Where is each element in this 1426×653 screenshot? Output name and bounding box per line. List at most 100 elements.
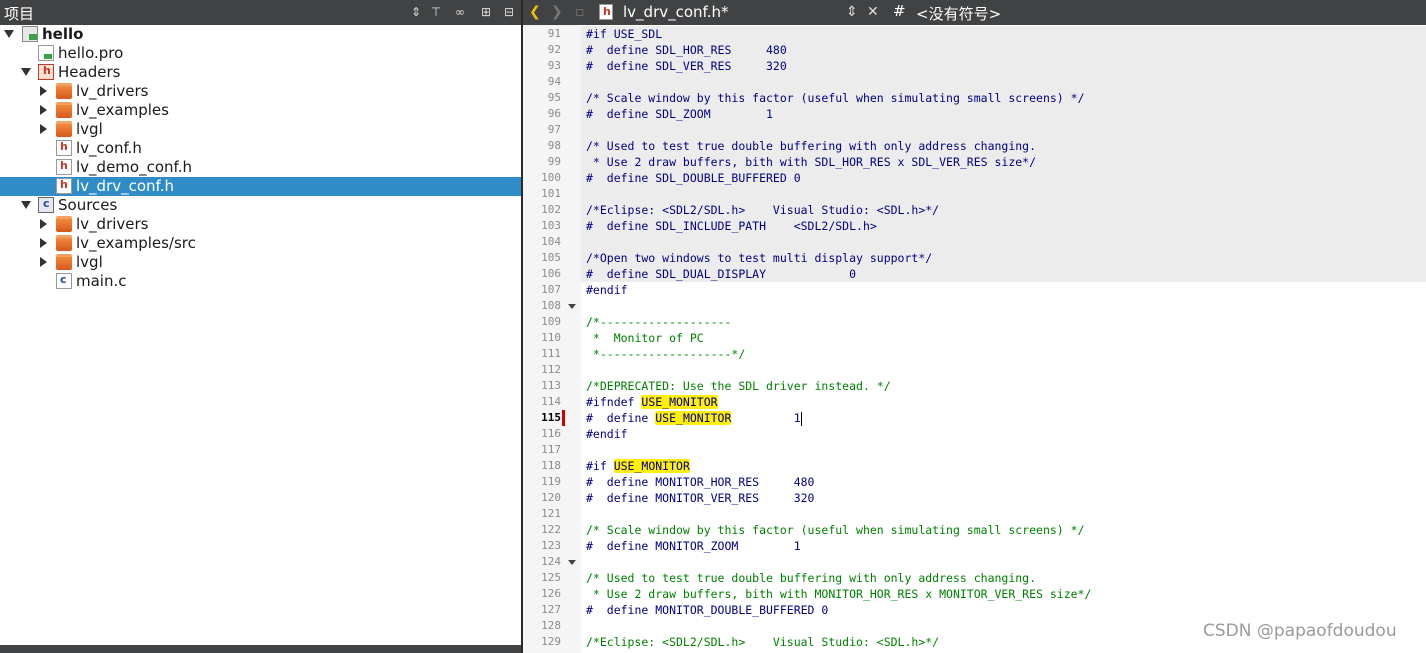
inactive-block-shade <box>581 186 1426 202</box>
code-line: /* Used to test true double buffering wi… <box>586 139 1037 153</box>
line-number: 103 <box>541 219 561 232</box>
line-number: 126 <box>541 587 561 600</box>
code-line: #if USE_MONITOR <box>586 459 690 473</box>
line-number: 112 <box>541 363 561 376</box>
line-number: 92 <box>547 43 561 56</box>
forward-arrow-icon[interactable]: ❯ <box>551 4 563 20</box>
code-line: # define SDL_DOUBLE_BUFFERED 0 <box>586 171 801 185</box>
close-panel-icon[interactable]: ⊟ <box>501 4 517 20</box>
close-file-icon[interactable]: ✕ <box>867 4 879 20</box>
collapse-arrow-icon[interactable] <box>40 86 47 96</box>
tree-item[interactable]: hello.pro <box>0 44 521 63</box>
inactive-block-shade <box>581 74 1426 90</box>
fold-marker-icon[interactable] <box>568 304 576 309</box>
line-number: 100 <box>541 171 561 184</box>
code-line: /* Scale window by this factor (useful w… <box>586 91 1085 105</box>
line-number: 113 <box>541 379 561 392</box>
line-number-gutter: 91 92 93 94 95 96 97 98 99 100 101 102 103 104 105 106 1… <box>523 25 581 653</box>
expand-arrow-icon[interactable] <box>21 68 31 76</box>
tree-item[interactable]: lv_drivers <box>0 82 521 101</box>
editor-toolbar: ❮ ❯ ▫ h lv_drv_conf.h* ⇕ ✕ # <没有符号> <box>523 0 1426 25</box>
collapse-arrow-icon[interactable] <box>40 124 47 134</box>
tree-item-label: lv_conf.h <box>76 139 142 157</box>
tree-item[interactable]: lvgl <box>0 253 521 272</box>
tree-item[interactable]: hello <box>0 25 521 44</box>
fold-marker-icon[interactable] <box>568 560 576 565</box>
line-number: 111 <box>541 347 561 360</box>
code-line: /* Scale window by this factor (useful w… <box>586 523 1085 537</box>
project-panel-header: 项目 ⇕ ⊤ ∞ ⊞ ⊟ <box>0 0 521 25</box>
code-line: *-------------------*/ <box>586 347 746 361</box>
code-line: * Use 2 draw buffers, bith with SDL_HOR_… <box>586 155 1037 169</box>
collapse-arrow-icon[interactable] <box>40 257 47 267</box>
line-number: 116 <box>541 427 561 440</box>
code-line: /*Eclipse: <SDL2/SDL.h> Visual Studio: <… <box>586 635 940 649</box>
line-number: 105 <box>541 251 561 264</box>
tree-item-label: Headers <box>58 63 121 81</box>
line-number: 94 <box>547 75 561 88</box>
tree-item-label: hello <box>42 25 84 43</box>
line-number: 118 <box>541 459 561 472</box>
code-editor: ❮ ❯ ▫ h lv_drv_conf.h* ⇕ ✕ # <没有符号> 91 92… <box>523 0 1426 653</box>
code-line: # define MONITOR_ZOOM 1 <box>586 539 801 553</box>
code-line: #endif <box>586 283 628 297</box>
expand-arrow-icon[interactable] <box>4 30 14 38</box>
open-file-name[interactable]: lv_drv_conf.h* <box>623 3 729 21</box>
back-arrow-icon[interactable]: ❮ <box>529 4 541 20</box>
code-line: # define MONITOR_HOR_RES 480 <box>586 475 815 489</box>
line-number: 121 <box>541 507 561 520</box>
folder-icon <box>56 216 72 232</box>
file-switch-icon[interactable]: ⇕ <box>846 4 858 20</box>
split-icon[interactable]: ⊞ <box>478 4 494 20</box>
link-icon[interactable]: ∞ <box>452 4 468 20</box>
code-line: # define MONITOR_DOUBLE_BUFFERED 0 <box>586 603 829 617</box>
tree-item[interactable]: lv_drivers <box>0 215 521 234</box>
filter-icon[interactable]: ⊤ <box>428 4 444 20</box>
line-number: 109 <box>541 315 561 328</box>
header-file-icon <box>56 159 72 175</box>
expand-arrow-icon[interactable] <box>21 201 31 209</box>
code-line: /*Eclipse: <SDL2/SDL.h> Visual Studio: <… <box>586 203 940 217</box>
inactive-block-shade <box>581 122 1426 138</box>
tree-item-label: lvgl <box>76 120 103 138</box>
line-number: 91 <box>547 27 561 40</box>
collapse-arrow-icon[interactable] <box>40 105 47 115</box>
tree-item[interactable]: Headers <box>0 63 521 82</box>
tree-item[interactable]: lv_examples/src <box>0 234 521 253</box>
tree-item[interactable]: lv_drv_conf.h <box>0 177 521 196</box>
tree-item-label: lv_drivers <box>76 215 149 233</box>
line-number: 104 <box>541 235 561 248</box>
tree-item[interactable]: lv_demo_conf.h <box>0 158 521 177</box>
tree-item-label: lv_drivers <box>76 82 149 100</box>
line-number: 128 <box>541 619 561 632</box>
code-line: # define MONITOR_VER_RES 320 <box>586 491 815 505</box>
tree-item-label: main.c <box>76 272 127 290</box>
line-number: 95 <box>547 91 561 104</box>
line-number: 93 <box>547 59 561 72</box>
inactive-block-shade <box>581 26 1426 42</box>
code-area[interactable]: #if USE_SDL # define SDL_HOR_RES 480 # def… <box>581 25 1426 653</box>
project-panel: 项目 ⇕ ⊤ ∞ ⊞ ⊟ hellohello.proHeaderslv_dri… <box>0 0 521 653</box>
tree-item[interactable]: lv_conf.h <box>0 139 521 158</box>
modified-line-marker <box>562 410 565 426</box>
code-line: /*DEPRECATED: Use the SDL driver instead… <box>586 379 891 393</box>
tree-item-label: Sources <box>58 196 118 214</box>
tree-item[interactable]: main.c <box>0 272 521 291</box>
collapse-arrow-icon[interactable] <box>40 238 47 248</box>
tree-item[interactable]: Sources <box>0 196 521 215</box>
panel-bottom-bar <box>0 645 521 653</box>
symbol-selector[interactable]: <没有符号> <box>916 3 1001 24</box>
code-line: # define SDL_HOR_RES 480 <box>586 43 787 57</box>
sort-updown-icon[interactable]: ⇕ <box>408 4 424 20</box>
search-highlight: USE_MONITOR <box>655 411 732 425</box>
line-number: 122 <box>541 523 561 536</box>
tree-item[interactable]: lv_examples <box>0 101 521 120</box>
folder-icon <box>56 235 72 251</box>
line-number: 127 <box>541 603 561 616</box>
lock-icon: ▫ <box>575 4 585 20</box>
line-number: 106 <box>541 267 561 280</box>
line-number: 124 <box>541 555 561 568</box>
collapse-arrow-icon[interactable] <box>40 219 47 229</box>
tree-item[interactable]: lvgl <box>0 120 521 139</box>
code-line: # define SDL_INCLUDE_PATH <SDL2/SDL.h> <box>586 219 877 233</box>
